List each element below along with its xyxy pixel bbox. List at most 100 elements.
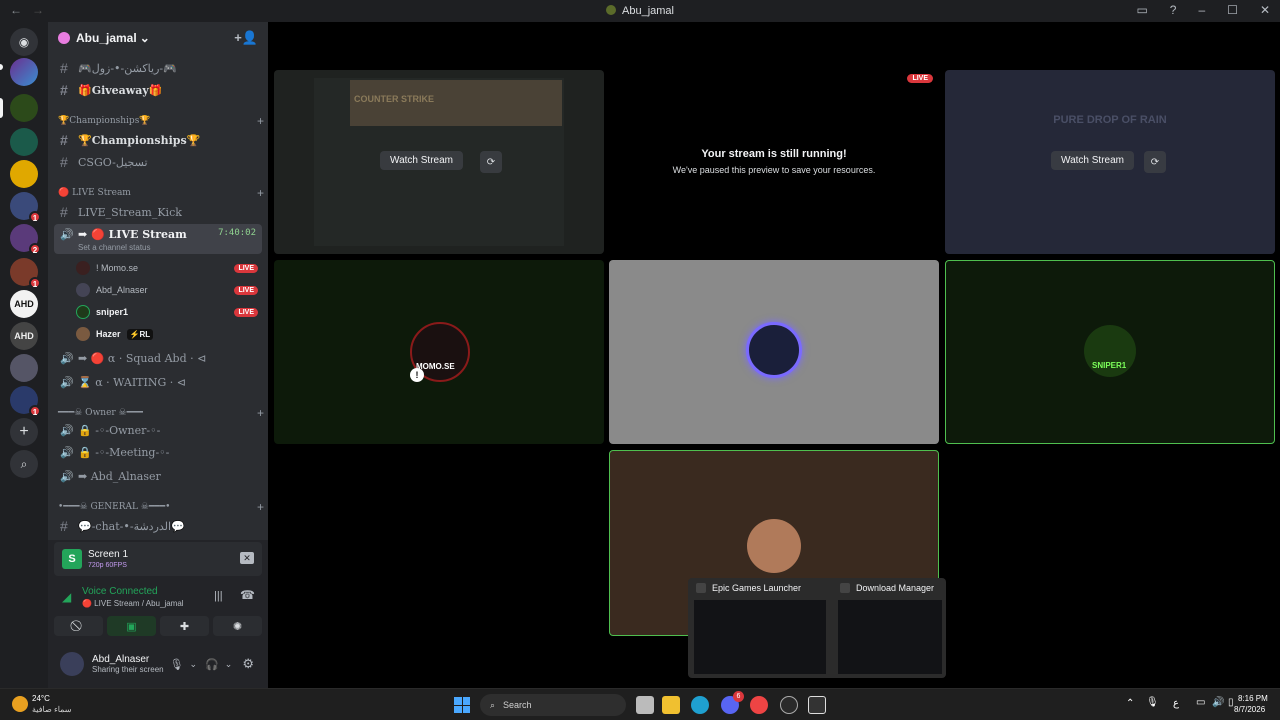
language-indicator[interactable]: ع [1173, 698, 1179, 709]
clock-time[interactable]: 8:16 PM [1238, 694, 1268, 703]
voice-channel-meeting[interactable]: 🔊 🔒 -◦-Meeting-◦- [54, 442, 262, 462]
preview-epic[interactable]: Epic Games Launcher [692, 578, 830, 678]
channel-championships[interactable]: # 🏆Championships🏆 [54, 130, 262, 150]
server-icon-3[interactable] [10, 128, 38, 156]
soundboard-icon[interactable]: ✺ [213, 616, 262, 636]
chrome-icon[interactable] [750, 696, 768, 714]
category-general[interactable]: •━━━☠ GENERAL ☠━━━• + [58, 500, 264, 514]
watch-stream-button[interactable]: Watch Stream [1051, 151, 1134, 170]
server-name: Abu_jamal [76, 31, 137, 45]
discord-icon[interactable]: 6 [721, 691, 744, 714]
voice-connected-label[interactable]: Voice Connected [82, 586, 158, 597]
close-icon[interactable]: ✕ [1260, 3, 1270, 17]
camera-off-icon[interactable]: ⃠ [54, 616, 103, 636]
voice-member[interactable]: sniper1 LIVE [76, 302, 262, 322]
server-icon-5[interactable]: 1 [10, 192, 41, 223]
gear-icon[interactable]: ⚙ [242, 656, 254, 672]
explore-icon[interactable]: ⌕ [10, 450, 38, 478]
inbox-icon[interactable]: ▭ [1136, 3, 1147, 17]
channel-status[interactable]: Set a channel status [78, 243, 151, 252]
own-stream-tile[interactable]: LIVE Your stream is still running! We've… [609, 70, 939, 254]
channel-csgo[interactable]: # CSGO-تسجيل [54, 152, 262, 172]
server-avatar [58, 32, 70, 44]
edge-icon[interactable] [691, 696, 709, 714]
chevron-up-icon[interactable]: ⌃ [1126, 698, 1134, 709]
voice-member[interactable]: ! Momo.se LIVE [76, 258, 262, 278]
microphone-icon[interactable]: 🎙 [1146, 697, 1159, 708]
clock-date[interactable]: 8/7/2026 [1234, 705, 1265, 714]
voice-channel-abd[interactable]: 🔊 ➡ Abd_Alnaser [54, 466, 262, 486]
voice-member[interactable]: Hazer ⚡RL [76, 324, 262, 344]
stream-tile-counter-strike[interactable]: COUNTER STRIKE Watch Stream ⟳ [274, 70, 604, 254]
server-header[interactable]: Abu_jamal ⌄ +👤 [48, 22, 268, 54]
weather-icon[interactable] [12, 696, 28, 712]
add-channel-icon[interactable]: + [257, 406, 264, 420]
rain-title: PURE DROP OF RAIN [1053, 114, 1167, 126]
battery-icon[interactable]: ▯ [1228, 697, 1234, 708]
chevron-down-icon: ⌄ [139, 31, 150, 45]
server-icon-2[interactable] [10, 94, 38, 122]
disconnect-icon[interactable]: ☎ [240, 588, 255, 602]
help-icon[interactable]: ? [1170, 3, 1177, 17]
activities-icon[interactable]: ✚ [160, 616, 209, 636]
channel-chat[interactable]: # 💬-chat-•-الدردشة💬 [54, 516, 262, 536]
headphones-icon[interactable]: 🎧 [205, 658, 219, 671]
popout-icon[interactable]: ⟳ [480, 151, 502, 173]
channel-live-kick[interactable]: # LIVE_Stream_Kick [54, 202, 262, 222]
add-channel-icon[interactable]: + [257, 186, 264, 200]
participant-tile-momo[interactable]: MOMO.SE ! [274, 260, 604, 444]
minimize-icon[interactable]: – [1198, 3, 1205, 17]
server-icon-9[interactable]: 1 [10, 386, 41, 417]
user-name: Abd_Alnaser [92, 654, 150, 665]
discord-home-icon[interactable]: ◉ [10, 28, 38, 56]
user-info[interactable]: Abd_Alnaser Sharing their screen [92, 654, 164, 674]
channel-giveaway[interactable]: # 🎁Giveaway🎁 [54, 80, 262, 100]
voice-channel-name[interactable]: 🔴 LIVE Stream / Abu_jamal [82, 599, 184, 608]
screen-share-card[interactable]: S Screen 1 720p 60FPS ✕ [54, 542, 262, 576]
category-live[interactable]: 🔴 LIVE Stream + [58, 186, 264, 200]
invite-icon[interactable]: +👤 [234, 30, 258, 46]
add-channel-icon[interactable]: + [257, 114, 264, 128]
server-icon-6[interactable]: 2 [10, 224, 41, 255]
server-icon-4[interactable] [10, 160, 38, 188]
add-channel-icon[interactable]: + [257, 500, 264, 514]
watch-stream-button[interactable]: Watch Stream [380, 151, 463, 170]
windows-start-icon[interactable] [454, 697, 470, 713]
voice-channel-live-stream[interactable]: 🔊 ➡ 🔴 LIVE Stream 7:40:02 Set a channel … [54, 224, 262, 254]
weather-temp[interactable]: 24°C [32, 694, 50, 703]
server-icon-7[interactable]: 1 [10, 258, 41, 289]
preview-thumbnail [694, 600, 826, 674]
category-championships[interactable]: 🏆Championships🏆 + [58, 114, 264, 128]
file-explorer-icon[interactable] [662, 696, 680, 714]
chevron-down-icon[interactable]: ⌄ [190, 659, 198, 670]
epic-games-icon[interactable] [808, 696, 826, 714]
voice-channel-owner[interactable]: 🔊 🔒 -◦-Owner-◦- [54, 420, 262, 440]
popout-icon[interactable]: ⟳ [1144, 151, 1166, 173]
stream-tile-rain[interactable]: PURE DROP OF RAIN Watch Stream ⟳ [945, 70, 1275, 254]
voice-member[interactable]: Abd_Alnaser LIVE [76, 280, 262, 300]
volume-icon[interactable]: 🔊 [1212, 697, 1224, 708]
steam-icon[interactable] [780, 696, 798, 714]
share-screen-icon[interactable]: ▣ [107, 616, 156, 636]
server-icon-ahd[interactable]: AHD [10, 290, 38, 318]
server-icon-8[interactable] [10, 354, 38, 382]
participant-tile-abd[interactable] [609, 260, 939, 444]
voice-channel-waiting[interactable]: 🔊 ⌛ α · WAITING · ⊲ [54, 372, 262, 392]
channel-reaction[interactable]: # 🎮رياكشن-•-زول-🎮 [54, 58, 262, 78]
maximize-icon[interactable]: ☐ [1227, 3, 1238, 17]
server-icon-1[interactable] [10, 58, 38, 86]
category-owner[interactable]: ━━━☠ Owner ☠━━━ + [58, 406, 264, 420]
participant-tile-sniper[interactable]: SNIPER1 [945, 260, 1275, 444]
stop-share-icon[interactable]: ✕ [240, 552, 254, 564]
microphone-icon[interactable]: 🎙 [170, 658, 184, 671]
avatar[interactable] [60, 652, 84, 676]
chevron-down-icon[interactable]: ⌄ [225, 659, 233, 670]
network-icon[interactable]: ▭ [1196, 697, 1205, 708]
add-server-icon[interactable]: + [10, 418, 38, 446]
task-view-icon[interactable] [636, 696, 654, 714]
preview-download[interactable]: Download Manager [836, 578, 942, 678]
voice-channel-squad[interactable]: 🔊 ➡ 🔴 α · Squad Abd · ⊲ [54, 348, 262, 368]
server-icon-ahd-dark[interactable]: AHD [10, 322, 38, 350]
noise-icon[interactable]: ||| [214, 590, 223, 602]
taskbar-search[interactable]: ⌕ Search [480, 694, 626, 716]
